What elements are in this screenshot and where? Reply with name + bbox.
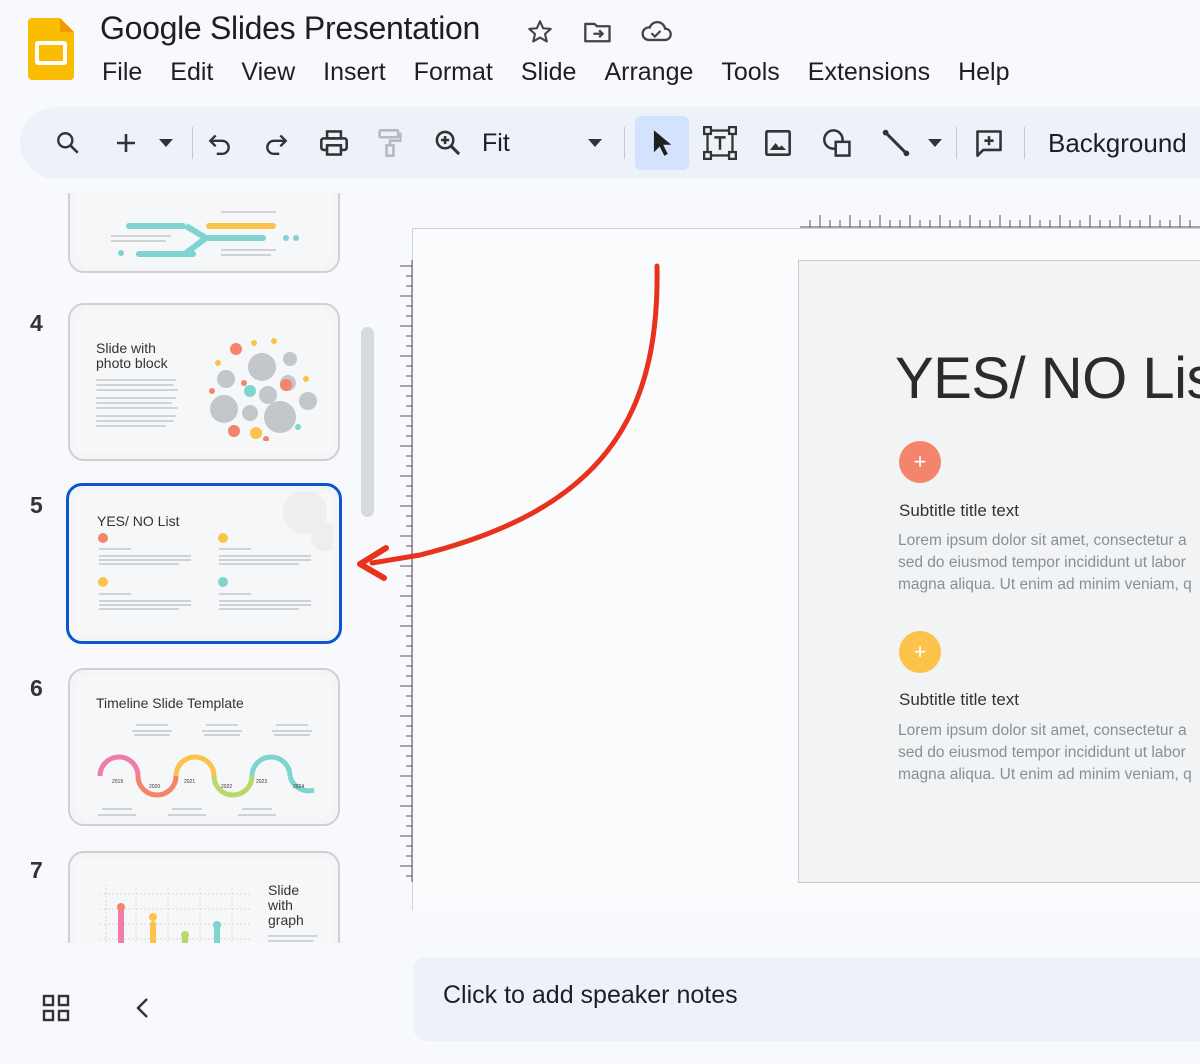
menu-tools[interactable]: Tools bbox=[707, 54, 793, 91]
speaker-notes[interactable]: Click to add speaker notes bbox=[413, 957, 1200, 1041]
slide-thumbnail-3[interactable] bbox=[68, 193, 340, 273]
slide-filmstrip: 4 Slide with photo block 5 YES/ NO List … bbox=[0, 193, 390, 943]
filmstrip-scrollbar[interactable] bbox=[361, 327, 374, 517]
slide-thumbnail-4[interactable]: Slide with photo block bbox=[68, 303, 340, 461]
plus-bullet-icon[interactable]: + bbox=[899, 441, 941, 483]
thumb-title-line-2: with bbox=[268, 897, 293, 913]
line-dropdown-icon[interactable] bbox=[923, 121, 947, 165]
menu-format[interactable]: Format bbox=[400, 54, 507, 91]
item-body-line[interactable]: sed do eiusmod tempor incididunt ut labo… bbox=[898, 552, 1186, 575]
item-subtitle[interactable]: Subtitle title text bbox=[899, 501, 1019, 521]
slide-title[interactable]: YES/ NO Lis bbox=[895, 345, 1200, 412]
undo-icon[interactable] bbox=[202, 121, 238, 165]
menu-slide[interactable]: Slide bbox=[507, 54, 591, 91]
slide-number-4: 4 bbox=[30, 310, 43, 336]
star-icon[interactable] bbox=[522, 14, 558, 50]
background-button[interactable]: Background bbox=[1048, 121, 1200, 165]
document-title[interactable]: Google Slides Presentation bbox=[100, 10, 480, 47]
add-comment-icon[interactable] bbox=[970, 121, 1008, 165]
menu-extensions[interactable]: Extensions bbox=[794, 54, 944, 91]
slide-number-7: 7 bbox=[30, 857, 43, 883]
speaker-notes-placeholder: Click to add speaker notes bbox=[443, 981, 738, 1009]
background-label: Background bbox=[1048, 127, 1187, 158]
zoom-icon[interactable] bbox=[430, 121, 466, 165]
thumb-title-line-3: graph bbox=[268, 912, 304, 928]
move-to-folder-icon[interactable] bbox=[580, 14, 616, 50]
slide-number-6: 6 bbox=[30, 675, 43, 701]
toolbar: Fit Background bbox=[20, 107, 1200, 179]
item-body-line[interactable]: Lorem ipsum dolor sit amet, consectetur … bbox=[898, 720, 1187, 743]
new-slide-icon[interactable] bbox=[112, 121, 140, 165]
thumb-title: Timeline Slide Template bbox=[96, 695, 244, 711]
thumb-title-line-2: photo block bbox=[96, 355, 168, 371]
item-subtitle[interactable]: Subtitle title text bbox=[899, 690, 1019, 710]
new-slide-dropdown-icon[interactable] bbox=[154, 121, 178, 165]
insert-image-icon[interactable] bbox=[758, 121, 798, 165]
timeline-year-4: 2022 bbox=[221, 784, 233, 790]
timeline-year-3: 2021 bbox=[184, 779, 196, 785]
menu-view[interactable]: View bbox=[227, 54, 309, 91]
thumb-title-line-1: Slide bbox=[268, 882, 300, 898]
menu-edit[interactable]: Edit bbox=[156, 54, 227, 91]
item-body-line[interactable]: magna aliqua. Ut enim ad minim veniam, q bbox=[898, 574, 1192, 597]
slide-thumbnail-6[interactable]: Timeline Slide Template 2019 2020 2021 2… bbox=[68, 668, 340, 826]
line-icon[interactable] bbox=[876, 121, 916, 165]
thumb-title-line-1: Slide with bbox=[96, 340, 156, 356]
select-tool-button[interactable] bbox=[635, 116, 689, 170]
redo-icon[interactable] bbox=[258, 121, 294, 165]
item-body-line[interactable]: sed do eiusmod tempor incididunt ut labo… bbox=[898, 742, 1186, 765]
current-slide[interactable]: YES/ NO Lis + Subtitle title text Lorem … bbox=[798, 260, 1200, 883]
horizontal-ruler bbox=[800, 215, 1200, 228]
zoom-value: Fit bbox=[482, 128, 510, 157]
menu-help[interactable]: Help bbox=[944, 54, 1023, 91]
timeline-year-1: 2019 bbox=[112, 779, 124, 785]
timeline-year-5: 2023 bbox=[256, 779, 268, 785]
zoom-dropdown-icon[interactable] bbox=[583, 121, 607, 165]
search-menus-icon[interactable] bbox=[50, 121, 86, 165]
timeline-year-2: 2020 bbox=[149, 784, 161, 790]
collapse-panel-icon[interactable] bbox=[130, 994, 156, 1022]
menu-insert[interactable]: Insert bbox=[309, 54, 400, 91]
plus-bullet-icon[interactable]: + bbox=[899, 631, 941, 673]
cloud-saved-icon[interactable] bbox=[638, 14, 674, 50]
paint-format-icon[interactable] bbox=[372, 121, 408, 165]
cursor-arrow-icon bbox=[653, 130, 672, 156]
slide-number-5: 5 bbox=[30, 492, 43, 518]
slide-thumbnail-7[interactable]: Slide with graph bbox=[68, 851, 340, 943]
slide-thumbnail-5[interactable]: YES/ NO List bbox=[66, 483, 342, 644]
grid-view-icon[interactable] bbox=[42, 994, 70, 1022]
vertical-ruler bbox=[400, 260, 413, 882]
timeline-year-6: 2024 bbox=[293, 784, 305, 790]
menu-bar: File Edit View Insert Format Slide Arran… bbox=[88, 54, 1024, 91]
shape-icon[interactable] bbox=[818, 121, 858, 165]
slides-logo[interactable] bbox=[28, 18, 74, 80]
menu-file[interactable]: File bbox=[88, 54, 156, 91]
item-body-line[interactable]: Lorem ipsum dolor sit amet, consectetur … bbox=[898, 530, 1187, 553]
print-icon[interactable] bbox=[316, 121, 352, 165]
menu-arrange[interactable]: Arrange bbox=[590, 54, 707, 91]
item-body-line[interactable]: magna aliqua. Ut enim ad minim veniam, q bbox=[898, 764, 1192, 787]
text-box-icon[interactable] bbox=[700, 121, 740, 165]
